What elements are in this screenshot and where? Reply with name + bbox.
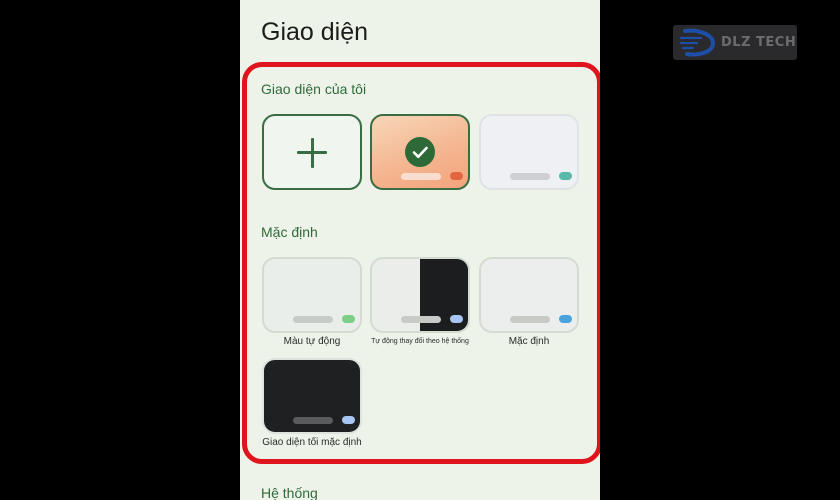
- preview-bar: [401, 173, 441, 180]
- accent-dot: [450, 172, 463, 180]
- default-section-label: Mặc định: [261, 224, 318, 240]
- my-themes-label: Giao diện của tôi: [261, 81, 367, 97]
- caption-dark-default: Giao diện tối mặc định: [262, 437, 362, 448]
- logo-text: DLZ TECH: [721, 35, 797, 50]
- system-section-label: Hệ thống: [261, 485, 318, 500]
- theme-tile-selected[interactable]: [370, 114, 470, 190]
- accent-dot: [342, 315, 355, 323]
- add-theme-button[interactable]: [262, 114, 362, 190]
- theme-auto-color[interactable]: [262, 257, 362, 333]
- accent-dot: [342, 416, 355, 424]
- theme-default[interactable]: [479, 257, 579, 333]
- preview-bar: [293, 316, 333, 323]
- check-icon: [405, 137, 435, 167]
- theme-auto-system[interactable]: [370, 257, 470, 333]
- caption-auto-color: Màu tự động: [283, 336, 341, 347]
- preview-bar: [510, 173, 550, 180]
- preview-bar: [401, 316, 441, 323]
- accent-dot: [450, 315, 463, 323]
- preview-bar: [510, 316, 550, 323]
- caption-default: Mặc định: [508, 336, 550, 347]
- appearance-screen: Giao diện Giao diện của tôi Mặc định Màu…: [240, 0, 600, 500]
- caption-auto-system: Tự động thay đổi theo hệ thống: [371, 338, 469, 345]
- accent-dot: [559, 315, 572, 323]
- logo-mark-icon: [679, 28, 716, 57]
- preview-bar: [293, 417, 333, 424]
- theme-dark-default[interactable]: [262, 358, 362, 434]
- page-title: Giao diện: [261, 18, 369, 46]
- theme-tile-light[interactable]: [479, 114, 579, 190]
- accent-dot: [559, 172, 572, 180]
- dlz-tech-logo: DLZ TECH: [673, 25, 797, 60]
